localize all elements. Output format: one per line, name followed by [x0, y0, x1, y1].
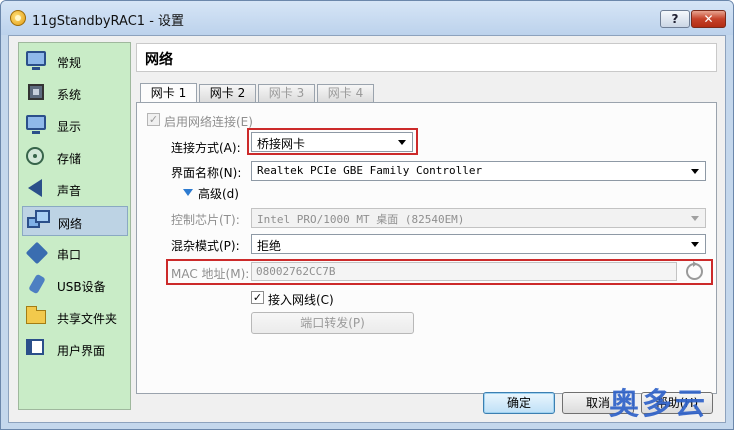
advanced-toggle[interactable]: 高级(d): [198, 185, 239, 202]
sidebar-item-label: 网络: [58, 217, 83, 231]
virtualbox-app-icon: [10, 10, 26, 26]
sidebar-item-general[interactable]: 常规: [22, 46, 128, 76]
display-icon: [26, 115, 46, 134]
mac-address-field[interactable]: 08002762CC7B: [251, 262, 677, 281]
sidebar-item-storage[interactable]: 存储: [22, 142, 128, 172]
enable-network-label: 启用网络连接(E): [164, 115, 253, 129]
attach-mode-value: 桥接网卡: [257, 137, 306, 151]
refresh-mac-icon[interactable]: [686, 261, 703, 280]
ok-button[interactable]: 确定: [483, 392, 555, 414]
mac-address-value: 08002762CC7B: [256, 265, 336, 278]
adapter-type-label: 控制芯片(T):: [171, 213, 240, 227]
tab-adapter-3[interactable]: 网卡 3: [258, 84, 315, 102]
sidebar-item-label: USB设备: [57, 280, 106, 294]
disk-icon: [26, 147, 44, 165]
expand-triangle-icon[interactable]: [183, 189, 193, 196]
sidebar-item-label: 显示: [57, 120, 82, 134]
page-header: 网络: [136, 43, 717, 72]
chip-icon: [28, 84, 44, 100]
chevron-down-icon: [691, 169, 699, 174]
chevron-down-icon: [691, 216, 699, 221]
sidebar-item-display[interactable]: 显示: [22, 110, 128, 140]
sidebar-item-shared-folders[interactable]: 共享文件夹: [22, 302, 128, 332]
title-bar[interactable]: 11gStandbyRAC1 - 设置 ? ✕: [1, 1, 733, 35]
folder-icon: [26, 306, 46, 324]
close-button[interactable]: ✕: [691, 10, 726, 28]
speaker-icon: [28, 179, 42, 197]
cable-connected-label: 接入网线(C): [268, 293, 334, 307]
mac-address-label: MAC 地址(M):: [171, 267, 250, 281]
dialog-body: 常规 系统 显示 存储 声音 网络 串口 USB设备 共享文件夹 用户界面 网络…: [8, 35, 726, 423]
cable-connected-checkbox[interactable]: ✓: [251, 291, 264, 304]
enable-network-checkbox[interactable]: ✓: [147, 113, 160, 126]
attach-mode-select[interactable]: 桥接网卡: [251, 132, 413, 152]
interface-name-label: 界面名称(N):: [171, 166, 242, 180]
tab-adapter-2[interactable]: 网卡 2: [199, 84, 256, 102]
tab-adapter-4[interactable]: 网卡 4: [317, 84, 374, 102]
settings-window: 11gStandbyRAC1 - 设置 ? ✕ 常规 系统 显示 存储 声音 网…: [0, 0, 734, 430]
sidebar-item-user-interface[interactable]: 用户界面: [22, 334, 128, 364]
adapter-type-select[interactable]: Intel PRO/1000 MT 桌面 (82540EM): [251, 208, 706, 228]
settings-sidebar: 常规 系统 显示 存储 声音 网络 串口 USB设备 共享文件夹 用户界面: [18, 42, 131, 410]
sidebar-item-network[interactable]: 网络: [22, 206, 128, 236]
window-title: 11gStandbyRAC1 - 设置: [32, 14, 185, 29]
adapter-1-panel: ✓ 启用网络连接(E) 连接方式(A): 桥接网卡 界面名称(N): Realt…: [136, 102, 717, 394]
sidebar-item-system[interactable]: 系统: [22, 78, 128, 108]
promiscuous-mode-value: 拒绝: [257, 239, 282, 253]
chevron-down-icon: [398, 140, 406, 145]
adapter-type-value: Intel PRO/1000 MT 桌面 (82540EM): [257, 213, 465, 226]
chevron-down-icon: [691, 242, 699, 247]
watermark: 奥多云: [609, 387, 708, 422]
port-forwarding-button[interactable]: 端口转发(P): [251, 312, 414, 334]
sidebar-item-label: 串口: [57, 248, 82, 262]
usb-icon: [28, 273, 46, 295]
sidebar-item-label: 声音: [57, 184, 82, 198]
tab-adapter-1[interactable]: 网卡 1: [140, 83, 197, 102]
page-title: 网络: [145, 52, 173, 68]
sidebar-item-serial[interactable]: 串口: [22, 238, 128, 268]
network-icon: [27, 210, 50, 228]
sidebar-item-label: 存储: [57, 152, 82, 166]
user-interface-icon: [26, 339, 44, 355]
promiscuous-mode-select[interactable]: 拒绝: [251, 234, 706, 254]
interface-name-select[interactable]: Realtek PCIe GBE Family Controller: [251, 161, 706, 181]
interface-name-value: Realtek PCIe GBE Family Controller: [257, 164, 483, 177]
attach-label: 连接方式(A):: [171, 141, 241, 155]
sidebar-item-usb[interactable]: USB设备: [22, 270, 128, 300]
sidebar-item-audio[interactable]: 声音: [22, 174, 128, 204]
help-title-button[interactable]: ?: [660, 10, 690, 28]
sidebar-item-label: 用户界面: [57, 344, 106, 358]
monitor-icon: [26, 51, 46, 70]
sidebar-item-label: 系统: [57, 88, 82, 102]
sidebar-item-label: 共享文件夹: [57, 312, 118, 326]
sidebar-item-label: 常规: [57, 56, 82, 70]
serial-port-icon: [25, 241, 49, 265]
promiscuous-label: 混杂模式(P):: [171, 239, 240, 253]
